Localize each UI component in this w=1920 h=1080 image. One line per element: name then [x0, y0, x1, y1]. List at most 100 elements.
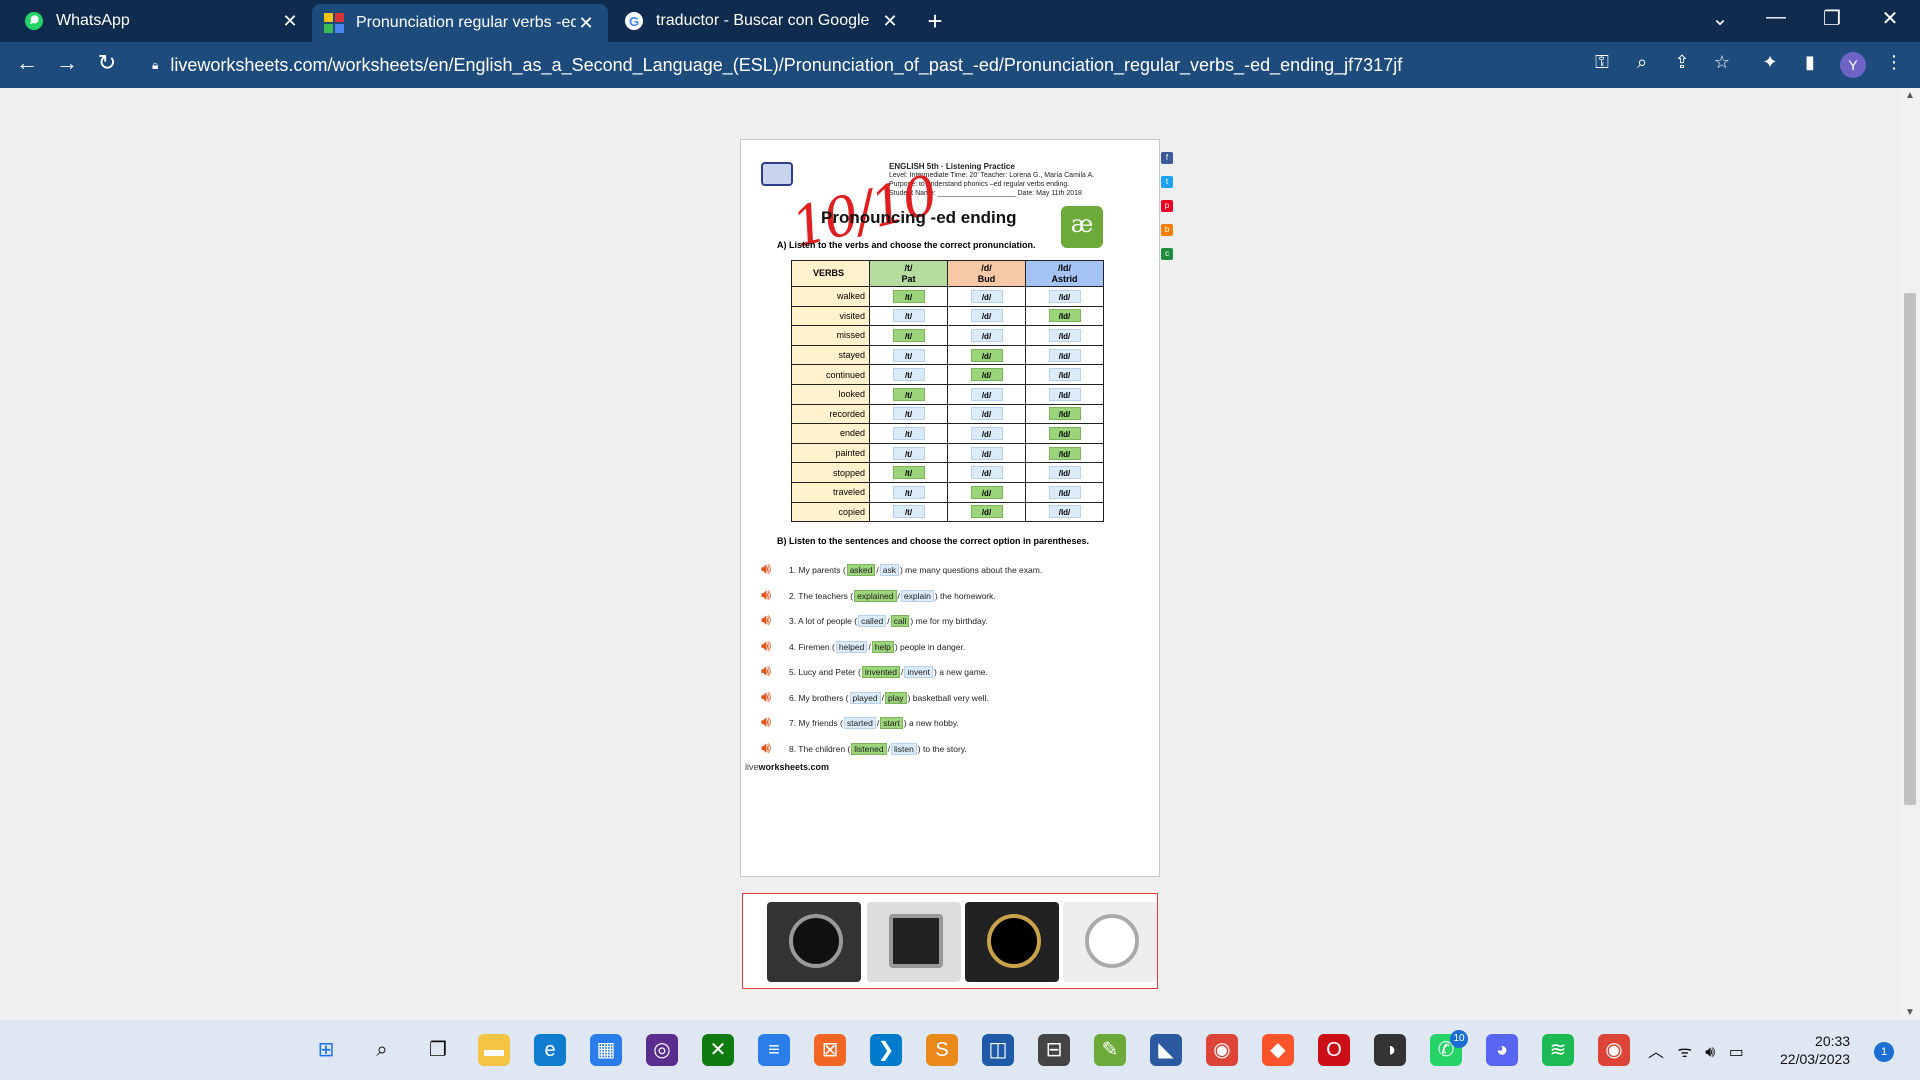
notepad-icon[interactable]: ≡: [758, 1034, 790, 1066]
pronunciation-option[interactable]: /Id/: [1048, 446, 1081, 460]
new-tab-button[interactable]: +: [920, 6, 950, 37]
option-1[interactable]: asked: [846, 564, 876, 576]
pronunciation-option[interactable]: /d/: [970, 387, 1003, 401]
xbox-icon[interactable]: ✕: [702, 1034, 734, 1066]
pronunciation-option[interactable]: /Id/: [1048, 407, 1081, 421]
option-2[interactable]: ask: [879, 564, 899, 576]
twitter-share-icon[interactable]: t: [1161, 176, 1173, 188]
pronunciation-option[interactable]: /t/: [892, 289, 925, 303]
pronunciation-option[interactable]: /Id/: [1048, 505, 1081, 519]
share-icon[interactable]: ⇪: [1668, 52, 1696, 73]
scroll-up-icon[interactable]: ▲: [1905, 90, 1915, 101]
pronunciation-option[interactable]: /Id/: [1048, 368, 1081, 382]
close-window-button[interactable]: ✕: [1870, 6, 1910, 31]
side-panel-icon[interactable]: ▮: [1796, 52, 1824, 73]
option-1[interactable]: started: [843, 717, 876, 729]
pronunciation-option[interactable]: /t/: [892, 368, 925, 382]
search-icon[interactable]: ⌕: [366, 1034, 398, 1066]
pronunciation-option[interactable]: /d/: [970, 289, 1003, 303]
pronunciation-option[interactable]: /d/: [970, 466, 1003, 480]
extensions-icon[interactable]: ✦: [1756, 52, 1784, 73]
task-view-icon[interactable]: ❐: [422, 1034, 454, 1066]
pronunciation-option[interactable]: /d/: [970, 328, 1003, 342]
option-2[interactable]: start: [880, 717, 903, 729]
option-1[interactable]: helped: [835, 640, 868, 653]
sublime-icon[interactable]: S: [926, 1034, 958, 1066]
vertical-scrollbar[interactable]: ▲ ▼: [1900, 88, 1920, 1020]
app-icon[interactable]: ◫: [982, 1034, 1014, 1066]
scroll-down-icon[interactable]: ▼: [1905, 1007, 1915, 1018]
tab-worksheet[interactable]: Pronunciation regular verbs -ed e ✕: [312, 4, 608, 42]
spotify-icon[interactable]: ≋: [1542, 1034, 1574, 1066]
edge-icon[interactable]: e: [534, 1034, 566, 1066]
chrome-icon[interactable]: ◉: [1206, 1034, 1238, 1066]
speaker-icon[interactable]: 🔊︎: [761, 740, 781, 758]
close-tab-icon[interactable]: ✕: [280, 11, 300, 32]
option-1[interactable]: called: [858, 615, 887, 627]
pronunciation-option[interactable]: /d/: [970, 309, 1003, 323]
app-icon[interactable]: ◎: [646, 1034, 678, 1066]
xampp-icon[interactable]: ⊠: [814, 1034, 846, 1066]
tab-google[interactable]: G traductor - Buscar con Google ✕: [612, 0, 912, 42]
pronunciation-option[interactable]: /d/: [970, 426, 1003, 440]
pronunciation-option[interactable]: /t/: [892, 348, 925, 362]
option-1[interactable]: explained: [854, 589, 897, 602]
system-tray[interactable]: ︿ ᯤ 🔊︎ ▭: [1648, 1038, 1744, 1062]
obs-icon[interactable]: ◑: [1374, 1034, 1406, 1066]
option-2[interactable]: help: [871, 640, 894, 653]
tab-whatsapp[interactable]: WhatsApp ✕: [12, 0, 312, 42]
pronunciation-option[interactable]: /Id/: [1048, 309, 1081, 323]
back-icon[interactable]: ←: [12, 50, 42, 76]
pronunciation-option[interactable]: /t/: [892, 387, 925, 401]
watch-advertisement[interactable]: [742, 893, 1158, 989]
watch-ad-image[interactable]: [767, 902, 861, 982]
address-bar[interactable]: 🔒︎ liveworksheets.com/worksheets/en/Engl…: [140, 47, 1600, 83]
key-icon[interactable]: ⚿: [1588, 52, 1616, 73]
opera-icon[interactable]: O: [1318, 1034, 1350, 1066]
blogger-share-icon[interactable]: b: [1161, 224, 1173, 236]
pronunciation-option[interactable]: /d/: [970, 407, 1003, 421]
option-1[interactable]: played: [849, 691, 881, 704]
forward-icon[interactable]: →: [52, 50, 82, 76]
pronunciation-option[interactable]: /Id/: [1048, 466, 1081, 480]
option-2[interactable]: play: [884, 691, 907, 704]
option-2[interactable]: explain: [900, 589, 934, 602]
pronunciation-option[interactable]: /t/: [892, 407, 925, 421]
app-icon[interactable]: ◣: [1150, 1034, 1182, 1066]
pronunciation-option[interactable]: /d/: [970, 485, 1003, 499]
zoom-icon[interactable]: ⌕: [1628, 52, 1656, 73]
classroom-share-icon[interactable]: c: [1161, 248, 1173, 260]
pronunciation-option[interactable]: /Id/: [1048, 387, 1081, 401]
reload-icon[interactable]: ↻: [92, 50, 122, 76]
pronunciation-option[interactable]: /t/: [892, 505, 925, 519]
store-icon[interactable]: ▦: [590, 1034, 622, 1066]
menu-icon[interactable]: ⋮: [1880, 52, 1908, 73]
restore-button[interactable]: ❐: [1812, 6, 1852, 31]
pronunciation-option[interactable]: /d/: [970, 348, 1003, 362]
speaker-icon[interactable]: 🔊︎: [761, 612, 781, 630]
speaker-icon[interactable]: 🔊︎: [761, 663, 781, 681]
pronunciation-option[interactable]: /d/: [970, 505, 1003, 519]
clock[interactable]: 20:33 22/03/2023: [1780, 1032, 1850, 1068]
pronunciation-option[interactable]: /t/: [892, 466, 925, 480]
option-2[interactable]: invent: [904, 666, 934, 678]
watch-ad-image[interactable]: [965, 902, 1059, 982]
discord-icon[interactable]: ◕: [1486, 1034, 1518, 1066]
watch-ad-image[interactable]: [1063, 902, 1157, 982]
pronunciation-option[interactable]: /Id/: [1048, 348, 1081, 362]
speaker-icon[interactable]: 🔊︎: [761, 689, 781, 707]
app-icon[interactable]: ⊟: [1038, 1034, 1070, 1066]
bookmark-star-icon[interactable]: ☆: [1708, 52, 1736, 73]
pinterest-share-icon[interactable]: p: [1161, 200, 1173, 212]
brave-icon[interactable]: ◆: [1262, 1034, 1294, 1066]
pronunciation-option[interactable]: /t/: [892, 328, 925, 342]
profile-avatar[interactable]: Y: [1840, 52, 1866, 78]
pronunciation-option[interactable]: /Id/: [1048, 426, 1081, 440]
speaker-icon[interactable]: 🔊︎: [761, 638, 781, 656]
facebook-share-icon[interactable]: f: [1161, 152, 1173, 164]
pronunciation-option[interactable]: /Id/: [1048, 289, 1081, 303]
file-explorer-icon[interactable]: ▬: [478, 1034, 510, 1066]
scrollbar-thumb[interactable]: [1904, 293, 1916, 805]
speaker-icon[interactable]: 🔊︎: [761, 561, 781, 579]
pronunciation-option[interactable]: /t/: [892, 446, 925, 460]
